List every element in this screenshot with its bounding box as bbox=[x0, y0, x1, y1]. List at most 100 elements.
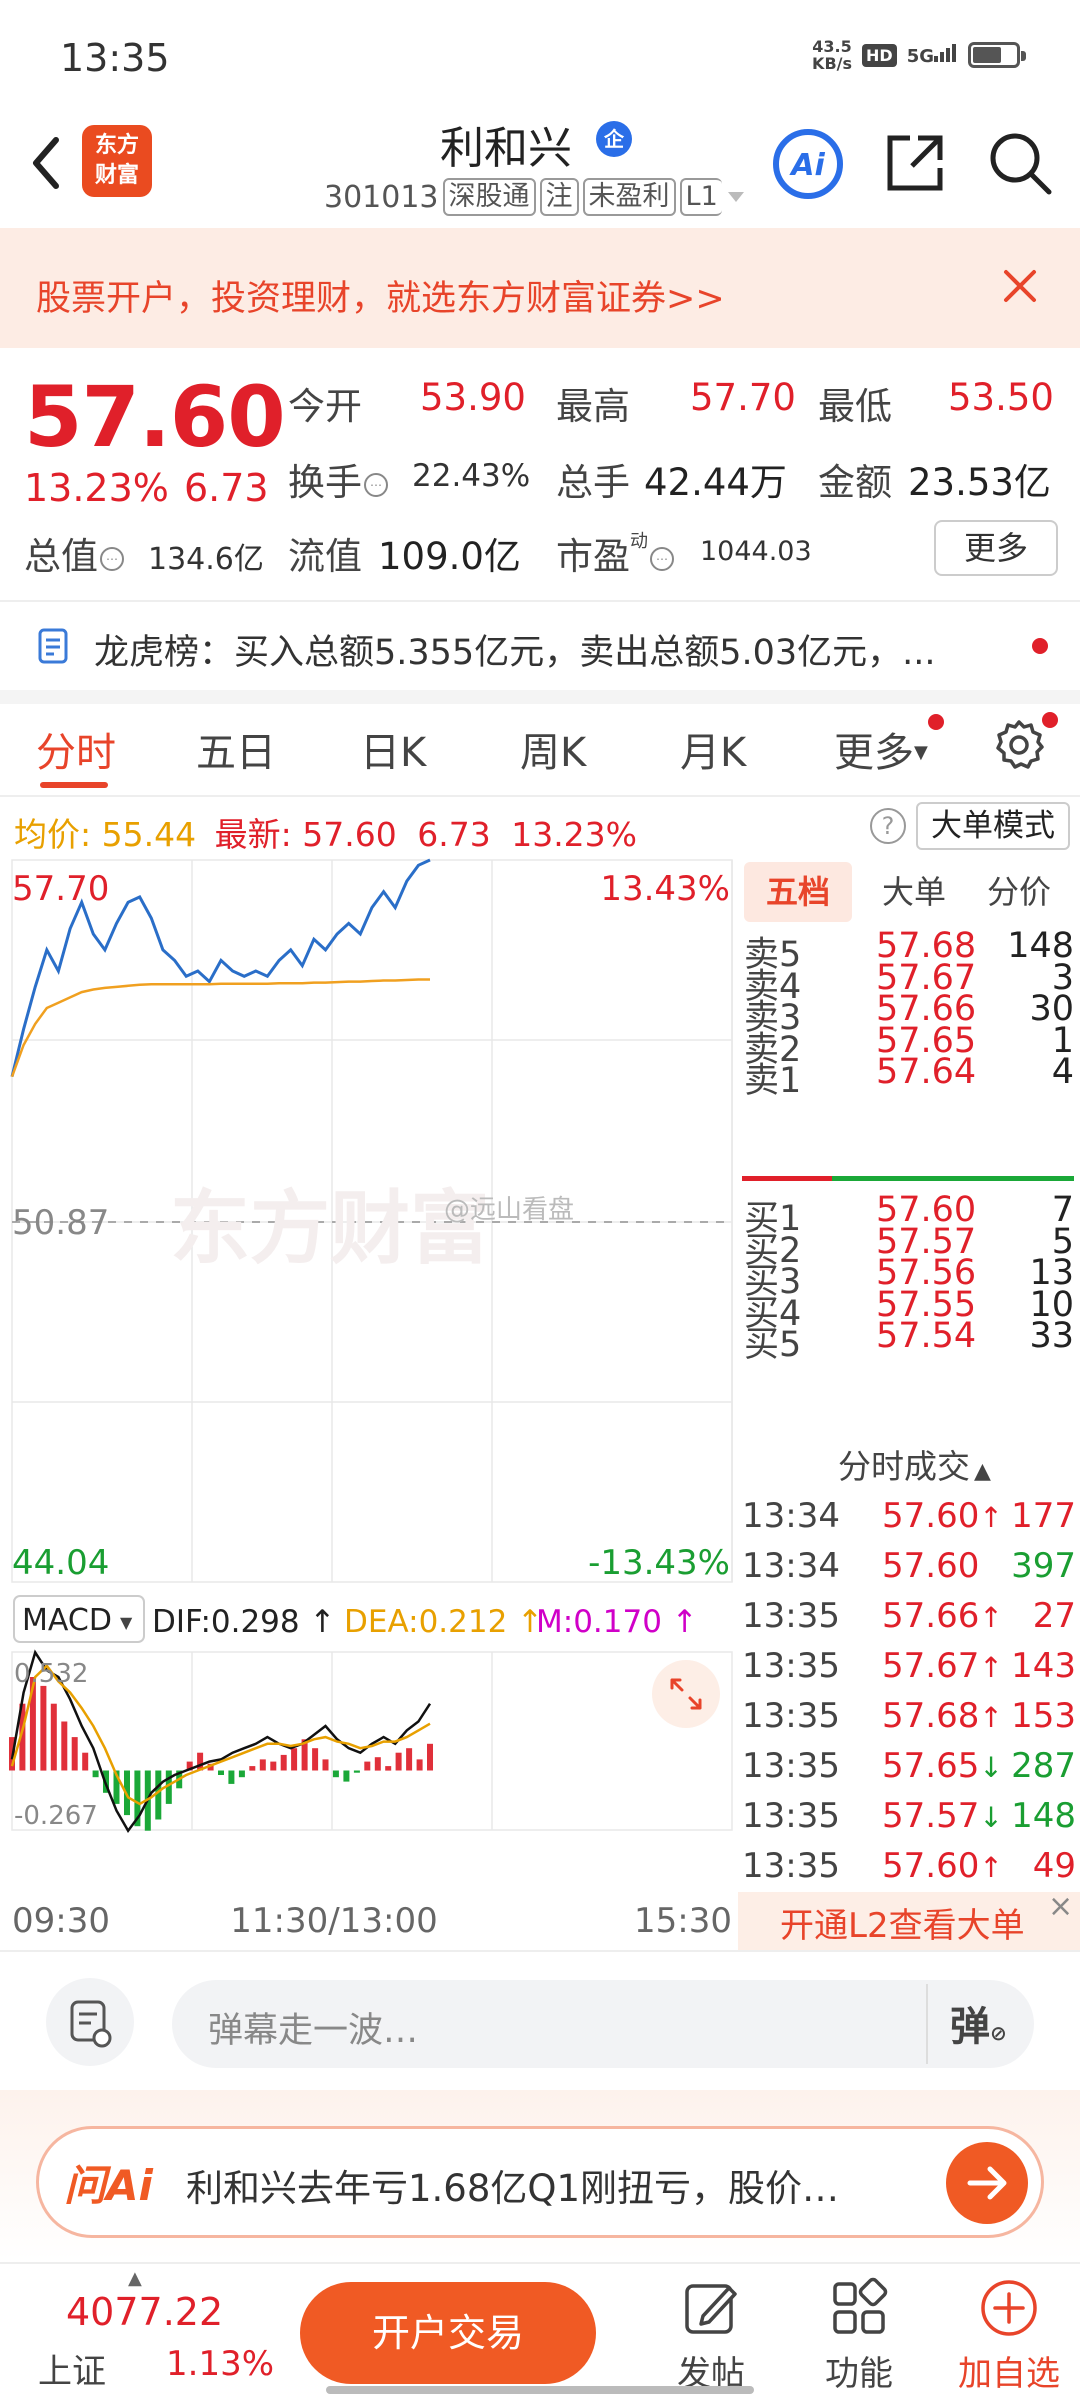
tick-direction-icon: ↓ bbox=[979, 1751, 1003, 1784]
macd-bar bbox=[395, 1752, 402, 1771]
pe-label: 市盈动⋯ bbox=[556, 526, 676, 580]
pe-sup: 动 bbox=[630, 531, 648, 552]
logo-line1: 东方 bbox=[94, 133, 139, 158]
bid-level-row[interactable]: 买5 57.54 33 bbox=[744, 1316, 1074, 1365]
open-account-trade-button[interactable]: 开户交易 bbox=[300, 2282, 596, 2384]
nav-add-favorite-label: 加自选 bbox=[958, 2354, 1060, 2394]
section-gap bbox=[0, 690, 1080, 704]
mktcap-value: 134.6亿 bbox=[148, 542, 264, 577]
dragon-tiger-list[interactable]: 龙虎榜：买入总额5.355亿元，卖出总额5.03亿元，... bbox=[94, 624, 1014, 675]
close-icon[interactable]: × bbox=[1048, 1892, 1078, 1922]
nav-add-favorite[interactable]: 加自选 bbox=[954, 2276, 1064, 2395]
level-price: 57.54 bbox=[876, 1316, 977, 1356]
divider bbox=[0, 1950, 1080, 1952]
eye-icon[interactable]: ⋯ bbox=[650, 547, 674, 571]
ai-question-text[interactable]: 利和兴去年亏1.68亿Q1刚扭亏，股价… bbox=[186, 2158, 906, 2212]
intraday-chart[interactable]: 东方财富 @远山看盘 57.70 13.43% 50.87 44.04 -13.… bbox=[0, 856, 736, 1948]
ticks-title[interactable]: 分时成交 ▲ bbox=[838, 1440, 991, 1488]
tick-price: 57.57↓ bbox=[882, 1796, 1003, 1836]
caret-up-icon[interactable]: ▲ bbox=[128, 2268, 142, 2289]
tab-monthly-k[interactable]: 月K bbox=[680, 720, 746, 778]
eye-icon[interactable]: ⋯ bbox=[364, 473, 388, 497]
macd-dea: DEA:0.212 ↑ bbox=[344, 1604, 543, 1640]
tick-time: 13:34 bbox=[742, 1546, 840, 1586]
macd-bar bbox=[40, 1685, 47, 1771]
l2-upgrade-text[interactable]: 开通L2查看大单 bbox=[780, 1898, 1025, 1947]
macd-bar bbox=[228, 1770, 235, 1784]
y-mid-price: 50.87 bbox=[12, 1203, 109, 1243]
promo-banner-text[interactable]: 股票开户，投资理财，就选东方财富证券>> bbox=[36, 270, 725, 321]
signal-label: 5G bbox=[906, 45, 934, 67]
tab-big-orders[interactable]: 大单 bbox=[864, 862, 964, 922]
tick-price: 57.60↑ bbox=[882, 1496, 1003, 1536]
ai-icon[interactable]: Ai bbox=[772, 128, 844, 200]
help-icon[interactable]: ? bbox=[870, 808, 906, 844]
stock-code-line[interactable]: 301013 深股通 注 未盈利 L1 bbox=[324, 178, 746, 216]
expand-icon[interactable] bbox=[652, 1660, 720, 1728]
tab-price-distribution[interactable]: 分价 bbox=[964, 862, 1074, 922]
tab-more[interactable]: 更多▼ bbox=[834, 720, 928, 778]
ask-level-row[interactable]: 卖1 57.64 4 bbox=[744, 1052, 1074, 1101]
caret-down-icon bbox=[727, 192, 744, 202]
macd-bar bbox=[82, 1752, 89, 1771]
index-value[interactable]: 4077.22 bbox=[66, 2290, 223, 2334]
level-volume: 33 bbox=[1029, 1316, 1074, 1356]
macd-bar bbox=[270, 1761, 277, 1771]
avg-label: 均价: bbox=[14, 815, 92, 854]
notification-dot bbox=[1042, 712, 1058, 728]
back-arrow-icon[interactable] bbox=[22, 128, 72, 198]
macd-bar bbox=[312, 1748, 319, 1771]
macd-bar bbox=[218, 1770, 224, 1775]
gear-icon[interactable] bbox=[992, 718, 1046, 772]
hd-icon: HD bbox=[862, 43, 897, 67]
low-value: 53.50 bbox=[948, 376, 1054, 419]
macd-bar bbox=[353, 1770, 360, 1773]
macd-bar bbox=[50, 1703, 57, 1771]
tick-time: 13:35 bbox=[742, 1796, 840, 1836]
svg-text:Ai: Ai bbox=[789, 148, 825, 183]
tick-volume: 153 bbox=[1011, 1696, 1076, 1736]
tick-price-value: 57.67 bbox=[882, 1646, 980, 1686]
danmaku-placeholder[interactable]: 弹幕走一波… bbox=[208, 2002, 418, 2053]
net-speed-unit: KB/s bbox=[812, 54, 853, 73]
tick-price-value: 57.66 bbox=[882, 1596, 980, 1636]
macd-m: M:0.170 ↑ bbox=[536, 1604, 698, 1640]
tick-price-value: 57.60 bbox=[882, 1546, 980, 1586]
caret-down-icon: ▼ bbox=[120, 1613, 133, 1632]
arrow-right-icon[interactable] bbox=[946, 2142, 1028, 2224]
plus-circle-icon bbox=[981, 2280, 1037, 2336]
nav-functions[interactable]: 功能 bbox=[804, 2276, 914, 2395]
tag-level: L1 bbox=[679, 178, 722, 216]
more-button[interactable]: 更多 bbox=[934, 520, 1058, 576]
comment-list-icon[interactable] bbox=[46, 1978, 134, 2066]
tick-volume: 177 bbox=[1011, 1496, 1076, 1536]
tab-intraday[interactable]: 分时 bbox=[36, 720, 116, 778]
tick-volume: 148 bbox=[1011, 1796, 1076, 1836]
high-label: 最高 bbox=[556, 385, 630, 428]
big-order-mode-button[interactable]: 大单模式 bbox=[916, 802, 1070, 850]
low-label: 最低 bbox=[818, 385, 892, 428]
divider bbox=[926, 1984, 928, 2064]
tick-time: 13:35 bbox=[742, 1596, 840, 1636]
tab-daily-k[interactable]: 日K bbox=[360, 720, 426, 778]
index-name[interactable]: 上证 bbox=[38, 2344, 106, 2393]
signal-5g-icon: 5G bbox=[906, 43, 958, 67]
macd-bar bbox=[71, 1737, 78, 1771]
eye-icon[interactable]: ⋯ bbox=[100, 547, 124, 571]
close-icon[interactable] bbox=[996, 262, 1044, 310]
tick-price-value: 57.60 bbox=[882, 1846, 980, 1886]
nav-post[interactable]: 发帖 bbox=[656, 2276, 766, 2395]
level-label: 买5 bbox=[744, 1325, 802, 1365]
danmaku-toggle-icon[interactable]: 弹⊘ bbox=[950, 1994, 1007, 2052]
tick-price: 57.67↑ bbox=[882, 1646, 1003, 1686]
macd-bar bbox=[427, 1743, 433, 1771]
index-pct[interactable]: 1.13% bbox=[166, 2344, 274, 2384]
search-icon[interactable] bbox=[985, 128, 1055, 198]
share-icon[interactable] bbox=[880, 128, 950, 198]
tab-weekly-k[interactable]: 周K bbox=[520, 720, 586, 778]
tick-row: 13:35 57.57↓ 148 bbox=[742, 1796, 1076, 1846]
tick-price-value: 57.57 bbox=[882, 1796, 980, 1836]
tab-five-day[interactable]: 五日 bbox=[196, 720, 276, 778]
last-change: 6.73 bbox=[417, 815, 491, 854]
tab-five-levels[interactable]: 五档 bbox=[744, 862, 852, 922]
